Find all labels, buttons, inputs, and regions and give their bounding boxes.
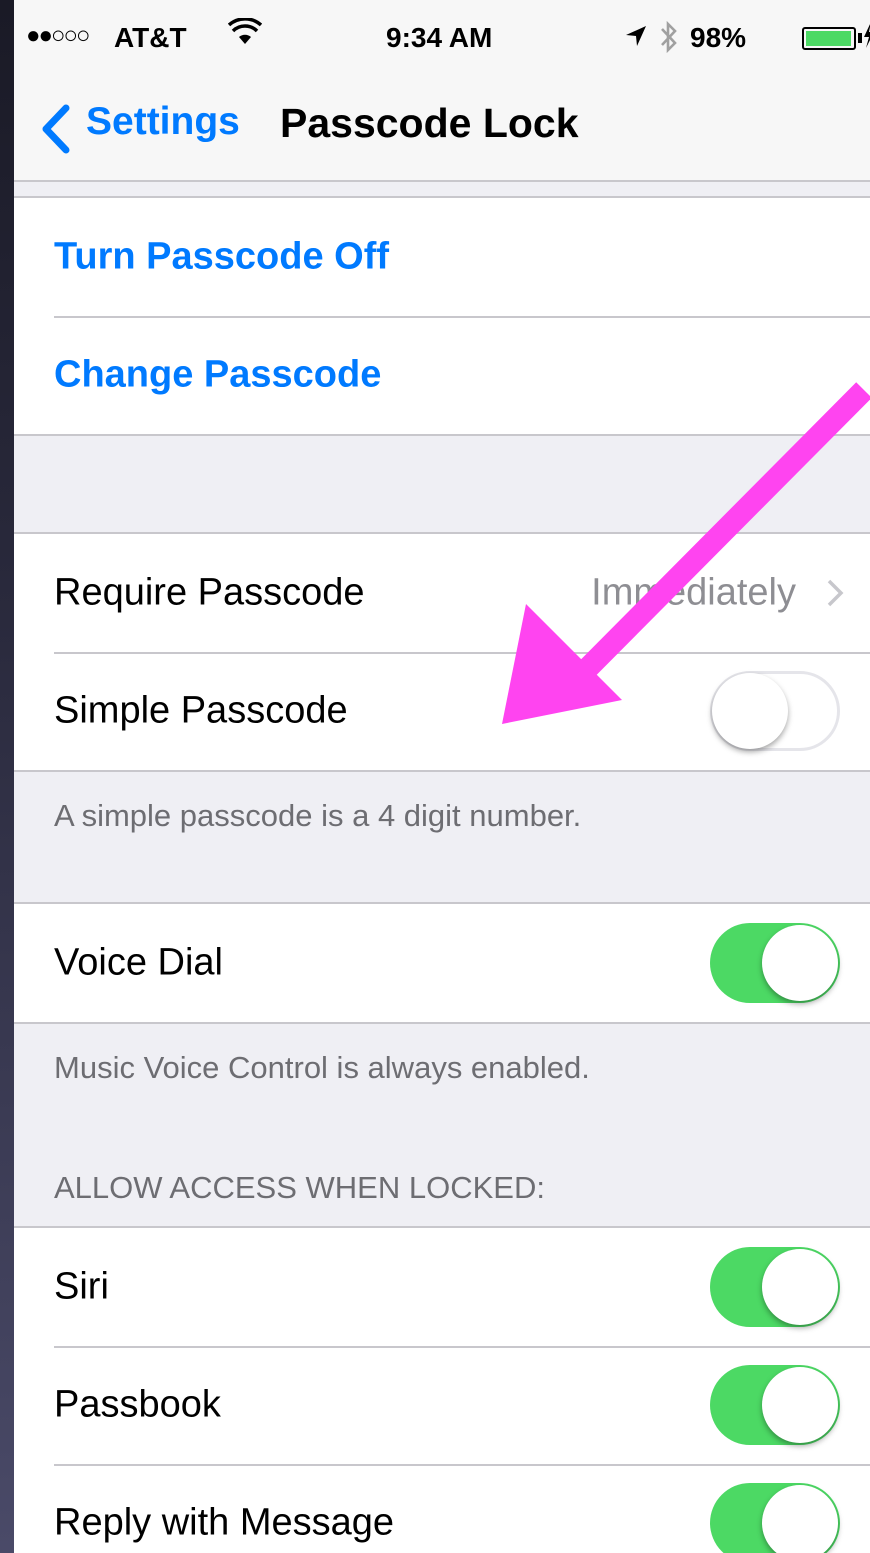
require-passcode-group: Require Passcode Immediately Simple Pass… (14, 532, 870, 772)
reply-with-message-label: Reply with Message (54, 1501, 395, 1544)
charging-bolt-icon (862, 20, 870, 57)
siri-row: Siri (14, 1228, 870, 1346)
reply-with-message-row: Reply with Message (14, 1464, 870, 1553)
battery-icon (802, 27, 856, 50)
simple-passcode-note: A simple passcode is a 4 digit number. (54, 798, 582, 833)
simple-passcode-label: Simple Passcode (54, 689, 348, 732)
switch-knob (762, 1367, 838, 1443)
battery-fill (806, 31, 852, 46)
require-passcode-value: Immediately (591, 571, 796, 614)
signal-strength-icon: ●●○○○ (26, 22, 91, 49)
change-passcode-label: Change Passcode (54, 353, 382, 396)
switch-knob (762, 1249, 838, 1325)
passbook-switch[interactable] (710, 1365, 840, 1445)
voice-dial-row: Voice Dial (14, 904, 870, 1022)
turn-passcode-off-label: Turn Passcode Off (54, 235, 390, 278)
device-bezel (0, 0, 14, 1553)
status-bar: ●●○○○ AT&T 9:34 AM 98% (14, 0, 870, 76)
settings-screen: ●●○○○ AT&T 9:34 AM 98% Settings Passcode… (14, 0, 870, 1553)
battery-percent: 98% (690, 22, 747, 53)
reply-with-message-switch[interactable] (710, 1483, 840, 1553)
switch-knob (762, 925, 838, 1001)
simple-passcode-row: Simple Passcode (14, 652, 870, 770)
bluetooth-icon (658, 20, 680, 61)
change-passcode-row[interactable]: Change Passcode (14, 316, 870, 434)
switch-knob (712, 673, 788, 749)
back-chevron-icon[interactable] (38, 104, 72, 154)
turn-passcode-off-row[interactable]: Turn Passcode Off (14, 198, 870, 316)
chevron-right-icon (827, 579, 844, 607)
require-passcode-label: Require Passcode (54, 571, 365, 614)
simple-passcode-switch[interactable] (710, 671, 840, 751)
back-button[interactable]: Settings (86, 100, 240, 144)
voice-dial-switch[interactable] (710, 923, 840, 1003)
voice-dial-label: Voice Dial (54, 941, 223, 984)
voice-dial-group: Voice Dial (14, 902, 870, 1024)
voice-control-note: Music Voice Control is always enabled. (54, 1050, 590, 1085)
allow-access-group: Siri Passbook Reply with Message (14, 1226, 870, 1553)
carrier-name: AT&T (114, 22, 187, 53)
passcode-actions-group: Turn Passcode Off Change Passcode (14, 196, 870, 436)
switch-knob (762, 1485, 838, 1553)
siri-switch[interactable] (710, 1247, 840, 1327)
wifi-icon (227, 17, 263, 54)
allow-access-header: ALLOW ACCESS WHEN LOCKED: (54, 1170, 545, 1205)
require-passcode-row[interactable]: Require Passcode Immediately (14, 534, 870, 652)
location-arrow-icon (624, 20, 648, 57)
passbook-label: Passbook (54, 1383, 221, 1426)
page-title: Passcode Lock (280, 100, 579, 146)
status-time: 9:34 AM (386, 22, 493, 53)
passbook-row: Passbook (14, 1346, 870, 1464)
siri-label: Siri (54, 1265, 109, 1308)
